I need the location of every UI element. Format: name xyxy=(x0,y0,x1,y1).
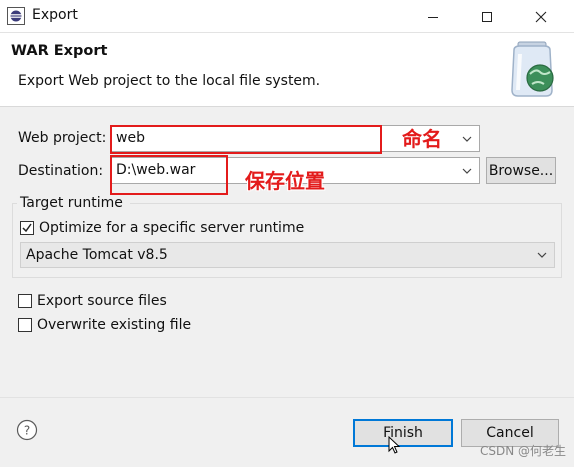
target-runtime-group-label: Target runtime xyxy=(20,195,123,211)
checkbox-checked-icon xyxy=(20,221,34,235)
chevron-down-icon xyxy=(536,249,548,261)
runtime-select[interactable]: Apache Tomcat v8.5 xyxy=(20,242,555,268)
annotation-box-name xyxy=(110,125,382,154)
chevron-down-icon xyxy=(461,133,473,145)
eclipse-app-icon xyxy=(7,7,25,25)
wizard-title: WAR Export xyxy=(11,43,108,59)
wizard-description: Export Web project to the local file sys… xyxy=(18,73,321,89)
runtime-value: Apache Tomcat v8.5 xyxy=(26,247,168,263)
close-icon xyxy=(535,11,547,22)
annotation-box-location xyxy=(110,155,228,195)
checkbox-unchecked-icon xyxy=(18,294,32,308)
destination-label: Destination: xyxy=(18,163,104,179)
maximize-icon xyxy=(482,11,492,22)
group-border-left xyxy=(12,203,13,278)
overwrite-checkbox[interactable]: Overwrite existing file xyxy=(18,316,191,334)
annotation-location-note: 保存位置 xyxy=(245,169,325,193)
window-title: Export xyxy=(32,7,78,23)
optimize-runtime-checkbox[interactable]: Optimize for a specific server runtime xyxy=(20,219,304,237)
export-source-checkbox[interactable]: Export source files xyxy=(18,292,167,310)
csdn-watermark: CSDN @何老生 xyxy=(479,444,566,458)
window-titlebar: Export xyxy=(0,0,574,33)
close-button[interactable] xyxy=(518,0,564,33)
group-border-top xyxy=(130,203,562,204)
browse-button[interactable]: Browse... xyxy=(486,157,556,184)
footer-separator xyxy=(0,397,574,398)
group-border-right xyxy=(561,203,562,278)
group-border-bottom xyxy=(12,277,562,278)
maximize-button[interactable] xyxy=(464,0,510,33)
minimize-icon xyxy=(428,16,438,18)
overwrite-label: Overwrite existing file xyxy=(37,317,192,333)
minimize-button[interactable] xyxy=(410,0,456,33)
web-project-label: Web project: xyxy=(18,130,107,146)
wizard-header: WAR Export Export Web project to the loc… xyxy=(0,33,574,107)
export-source-label: Export source files xyxy=(37,293,167,309)
checkbox-unchecked-icon xyxy=(18,318,32,332)
annotation-name-note: 命名 xyxy=(402,127,442,151)
war-jar-globe-icon xyxy=(500,36,568,100)
optimize-runtime-label: Optimize for a specific server runtime xyxy=(39,220,305,236)
chevron-down-icon xyxy=(461,165,473,177)
mouse-cursor-icon xyxy=(388,435,404,456)
svg-text:?: ? xyxy=(24,424,30,438)
help-icon[interactable]: ? xyxy=(16,419,38,441)
